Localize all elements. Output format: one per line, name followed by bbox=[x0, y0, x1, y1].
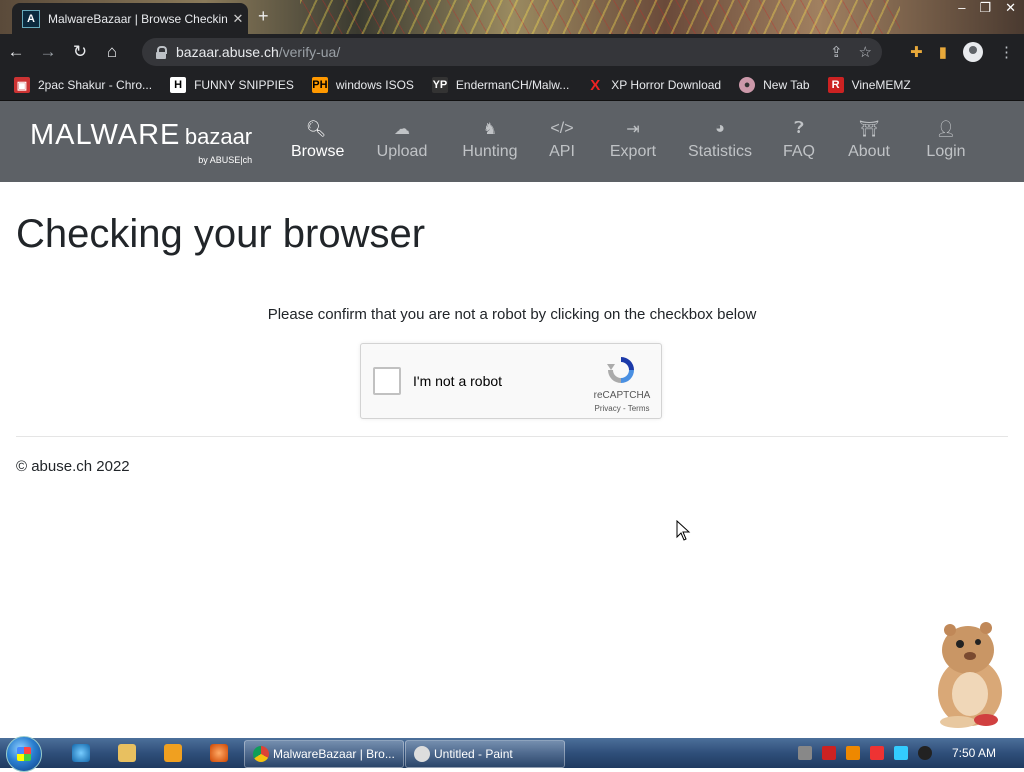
maximize-icon[interactable]: ❐ bbox=[979, 0, 991, 16]
nav-api[interactable]: </> API bbox=[546, 119, 578, 161]
forward-icon[interactable]: → bbox=[32, 42, 64, 62]
chrome-icon bbox=[253, 746, 269, 762]
hamster-mascot-icon bbox=[938, 622, 1002, 728]
url-text: bazaar.abuse.ch/verify-ua/ bbox=[176, 44, 341, 60]
tray-v-icon[interactable] bbox=[822, 746, 836, 760]
window-controls: – ❐ ✕ bbox=[958, 0, 1016, 16]
r-icon: R bbox=[827, 77, 844, 93]
paint-icon bbox=[414, 746, 430, 762]
search-icon: 🔍︎ bbox=[305, 121, 327, 138]
x-icon: X bbox=[590, 76, 601, 94]
taskbar-item-paint[interactable]: Untitled - Paint bbox=[405, 740, 565, 768]
yp-icon: YP bbox=[431, 77, 448, 93]
wallpaper-scribble bbox=[300, 0, 900, 34]
export-icon: ⇥ bbox=[626, 121, 640, 138]
windows-taskbar: MalwareBazaar | Bro... Untitled - Paint … bbox=[0, 736, 1024, 772]
divider bbox=[16, 436, 1008, 437]
file-explorer-icon[interactable] bbox=[118, 744, 136, 762]
close-tab-icon[interactable]: ✕ bbox=[228, 11, 248, 27]
site-logo[interactable]: MALWARE bazaar by ABUSE|ch bbox=[30, 119, 252, 165]
nav-export[interactable]: ⇥ Export bbox=[608, 119, 658, 161]
bookmark-item[interactable]: R VineMEMZ bbox=[827, 77, 911, 93]
new-tab-icon[interactable]: + bbox=[258, 6, 269, 27]
bookmark-star-icon[interactable]: ☆ bbox=[859, 43, 872, 61]
media-player-icon[interactable] bbox=[164, 744, 182, 762]
tray-app-icon[interactable] bbox=[798, 746, 812, 760]
side-panel-icon[interactable]: ▮ bbox=[939, 43, 947, 61]
share-icon[interactable]: ⇪ bbox=[830, 43, 843, 61]
nav-about[interactable]: ⛩︎ About bbox=[845, 119, 893, 161]
recaptcha-privacy-terms[interactable]: Privacy - Terms bbox=[587, 404, 657, 413]
back-icon[interactable]: ← bbox=[0, 42, 32, 62]
h-icon: H bbox=[170, 77, 187, 93]
nav-upload[interactable]: ☁ Upload bbox=[374, 119, 430, 161]
bookmark-item[interactable]: ▣ 2pac Shakur - Chro... bbox=[14, 77, 152, 93]
tray-search-icon[interactable] bbox=[846, 746, 860, 760]
nav-faq[interactable]: ❓︎ FAQ bbox=[782, 119, 816, 161]
tray-flag-icon[interactable] bbox=[870, 746, 884, 760]
taskbar-item-chrome[interactable]: MalwareBazaar | Bro... bbox=[244, 740, 404, 768]
address-bar[interactable]: bazaar.abuse.ch/verify-ua/ ⇪ ☆ bbox=[142, 38, 882, 66]
nav-hunting[interactable]: ♞ Hunting bbox=[460, 119, 520, 161]
hunting-icon: ♞ bbox=[482, 121, 498, 138]
home-icon[interactable]: ⌂ bbox=[96, 42, 128, 62]
browser-toolbar: ← → ↻ ⌂ bazaar.abuse.ch/verify-ua/ ⇪ ☆ ✚… bbox=[0, 34, 1024, 70]
code-icon: </> bbox=[550, 120, 574, 137]
menu-kebab-icon[interactable]: ⋮ bbox=[999, 43, 1014, 61]
tray-display-icon[interactable] bbox=[894, 746, 908, 760]
bookmarks-bar: ▣ 2pac Shakur - Chro... H FUNNY SNIPPIES P… bbox=[0, 70, 1024, 101]
cloud-upload-icon: ☁ bbox=[394, 121, 410, 138]
taskbar-clock[interactable]: 7:50 AM bbox=[952, 746, 996, 760]
question-icon: ❓︎ bbox=[794, 120, 804, 137]
recaptcha-brand: reCAPTCHA bbox=[593, 390, 651, 401]
profile-avatar-icon[interactable] bbox=[963, 42, 983, 62]
nav-browse[interactable]: 🔍︎ Browse bbox=[291, 119, 344, 161]
bookmark-item[interactable]: PH windows ISOS bbox=[311, 77, 414, 93]
reload-icon[interactable]: ↻ bbox=[64, 42, 96, 62]
paint-quicklaunch-icon[interactable] bbox=[210, 744, 228, 762]
start-button[interactable] bbox=[6, 736, 42, 772]
recaptcha-logo-icon bbox=[607, 357, 634, 383]
recaptcha-widget: I'm not a robot reCAPTCHA Privacy - Term… bbox=[360, 343, 662, 419]
malwarebazaar-favicon-icon: A bbox=[22, 9, 40, 28]
bookmark-item[interactable]: X XP Horror Download bbox=[587, 76, 721, 94]
page-title: Checking your browser bbox=[16, 212, 426, 256]
about-icon: ⛩︎ bbox=[858, 121, 880, 138]
tray-volume-icon[interactable] bbox=[918, 746, 932, 760]
recaptcha-checkbox[interactable] bbox=[373, 367, 401, 395]
nav-statistics[interactable]: ◕ Statistics bbox=[688, 119, 752, 161]
extensions-icon[interactable]: ✚ bbox=[910, 43, 923, 61]
user-icon: 👤︎ bbox=[935, 121, 957, 138]
ph-icon: PH bbox=[311, 77, 328, 93]
site-navbar: MALWARE bazaar by ABUSE|ch 🔍︎ Browse ☁ U… bbox=[0, 101, 1024, 182]
tab-strip: A MalwareBazaar | Browse Checkin ✕ + – ❐… bbox=[0, 0, 1024, 34]
bookmark-item[interactable]: H FUNNY SNIPPIES bbox=[170, 77, 294, 93]
minimize-icon[interactable]: – bbox=[958, 0, 965, 16]
captcha-instruction: Please confirm that you are not a robot … bbox=[267, 306, 757, 323]
lock-icon[interactable] bbox=[156, 46, 167, 59]
browser-tab[interactable]: A MalwareBazaar | Browse Checkin ✕ bbox=[12, 3, 248, 34]
recaptcha-label: I'm not a robot bbox=[413, 373, 503, 389]
footer-copyright: © abuse.ch 2022 bbox=[16, 458, 130, 475]
nav-login[interactable]: 👤︎ Login bbox=[924, 119, 968, 161]
tab-title: MalwareBazaar | Browse Checkin bbox=[48, 11, 228, 26]
close-window-icon[interactable]: ✕ bbox=[1005, 0, 1016, 16]
page-content: Checking your browser Please confirm tha… bbox=[0, 182, 1024, 738]
internet-explorer-icon[interactable] bbox=[72, 744, 90, 762]
bookmark-item[interactable]: ● New Tab bbox=[739, 77, 810, 93]
globe-icon: ● bbox=[739, 77, 756, 93]
sticker-icon: ▣ bbox=[14, 77, 30, 93]
pie-chart-icon: ◕ bbox=[715, 120, 725, 137]
mouse-cursor-icon bbox=[676, 520, 691, 541]
bookmark-item[interactable]: YP EndermanCH/Malw... bbox=[431, 77, 569, 93]
